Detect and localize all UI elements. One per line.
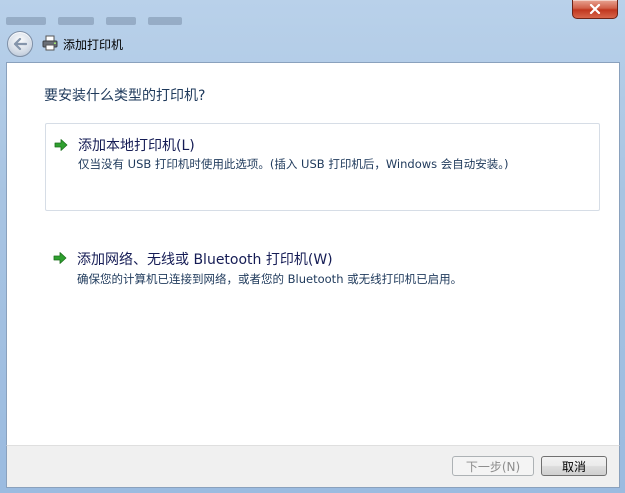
option-description: 确保您的计算机已连接到网络，或者您的 Bluetooth 或无线打印机已启用。 — [77, 272, 463, 286]
option-add-network-printer[interactable]: 添加网络、无线或 Bluetooth 打印机(W) 确保您的计算机已连接到网络，… — [45, 238, 598, 290]
back-arrow-icon — [13, 38, 27, 50]
green-arrow-icon — [54, 139, 68, 151]
close-icon — [589, 4, 601, 14]
page-heading: 要安装什么类型的打印机? — [44, 88, 206, 104]
printer-icon — [42, 35, 58, 51]
dialog-content: 要安装什么类型的打印机? 添加本地打印机(L) 仅当没有 USB 打印机时使用此… — [6, 62, 620, 446]
back-button[interactable] — [7, 31, 33, 57]
option-description: 仅当没有 USB 打印机时使用此选项。(插入 USB 打印机后，Windows … — [78, 157, 509, 171]
dialog-footer: 下一步(N) 取消 — [6, 445, 620, 488]
green-arrow-icon — [53, 252, 67, 264]
next-button[interactable]: 下一步(N) — [452, 456, 534, 476]
option-title: 添加网络、无线或 Bluetooth 打印机(W) — [77, 252, 333, 268]
title-bar: 添加打印机 — [0, 30, 625, 62]
cancel-button[interactable]: 取消 — [541, 456, 607, 476]
option-title: 添加本地打印机(L) — [78, 138, 195, 154]
close-button[interactable] — [572, 0, 618, 19]
background-menu — [0, 10, 250, 25]
option-add-local-printer[interactable]: 添加本地打印机(L) 仅当没有 USB 打印机时使用此选项。(插入 USB 打印… — [45, 123, 600, 211]
window-title: 添加打印机 — [63, 38, 124, 52]
